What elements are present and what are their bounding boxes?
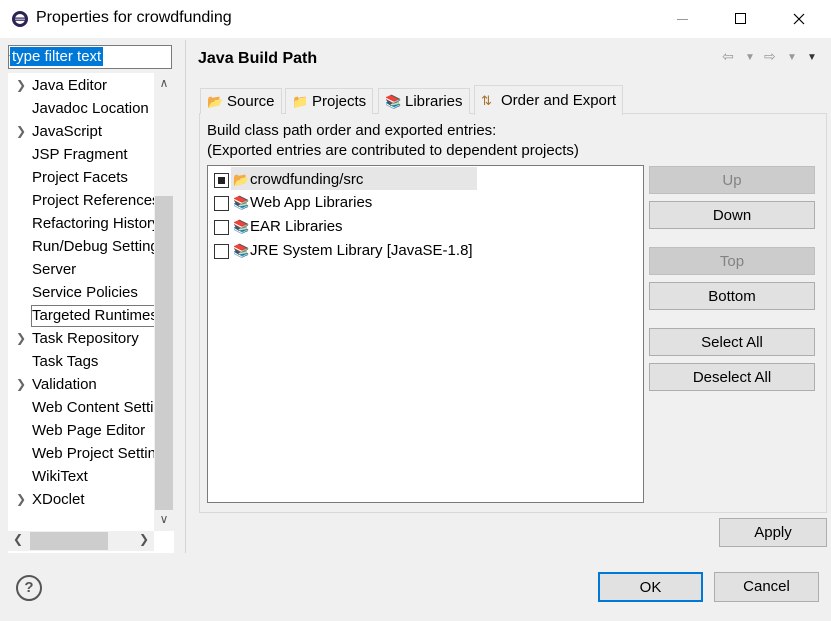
eclipse-app-icon <box>10 9 30 29</box>
description-line-2: (Exported entries are contributed to dep… <box>207 142 579 159</box>
help-icon[interactable]: ? <box>16 575 42 601</box>
ok-button[interactable]: OK <box>598 572 703 602</box>
forward-dropdown-icon[interactable]: ▼ <box>787 52 797 63</box>
tree-item-targeted-runtimes[interactable]: Targeted Runtimes <box>8 304 174 327</box>
tree-item-wikitext[interactable]: WikiText <box>8 465 154 488</box>
tree-item-xdoclet[interactable]: ❯ XDoclet <box>8 488 154 511</box>
maximize-button[interactable] <box>718 0 764 38</box>
maximize-icon <box>735 13 746 24</box>
cancel-button[interactable]: Cancel <box>714 572 819 602</box>
minimize-button[interactable] <box>660 0 706 38</box>
minimize-icon <box>677 19 688 20</box>
library-icon: 📚 <box>233 219 250 234</box>
deselect-all-button[interactable]: Deselect All <box>649 363 815 391</box>
chevron-right-icon[interactable]: ❯ <box>16 373 26 396</box>
tree-item-javadoc-location[interactable]: Javadoc Location <box>8 97 154 120</box>
chevron-right-icon[interactable]: ❯ <box>16 327 26 350</box>
source-folder-icon: 📂 <box>207 94 224 109</box>
tree-horizontal-scroll-thumb[interactable] <box>30 532 108 550</box>
scroll-up-icon[interactable]: ∧ <box>154 76 174 92</box>
forward-arrow-icon[interactable]: ⇨ <box>764 48 776 65</box>
chevron-right-icon[interactable]: ❯ <box>16 74 26 97</box>
property-tree[interactable]: ❯ Java Editor Javadoc Location ❯ JavaScrip… <box>8 73 174 553</box>
tree-item-project-facets[interactable]: Project Facets <box>8 166 154 189</box>
tree-item-javascript[interactable]: ❯ JavaScript <box>8 120 154 143</box>
tree-item-run-debug-settings[interactable]: Run/Debug Settings <box>8 235 154 258</box>
tab-source[interactable]: 📂 Source <box>200 88 282 114</box>
library-icon: 📚 <box>233 195 250 210</box>
tree-vertical-scroll-thumb[interactable] <box>155 196 173 510</box>
order-export-icon: ⇅ <box>481 93 492 108</box>
description-line-1: Build class path order and exported entr… <box>207 122 497 139</box>
tree-item-refactoring-history[interactable]: Refactoring History <box>8 212 154 235</box>
apply-button[interactable]: Apply <box>719 518 827 547</box>
back-arrow-icon[interactable]: ⇦ <box>722 48 734 65</box>
scroll-right-icon[interactable]: ❯ <box>136 532 152 546</box>
top-button[interactable]: Top <box>649 247 815 275</box>
tree-item-server[interactable]: Server <box>8 258 154 281</box>
scroll-left-icon[interactable]: ❮ <box>10 532 26 546</box>
tab-projects[interactable]: 📁 Projects <box>285 88 374 114</box>
project-folder-icon: 📁 <box>292 94 309 109</box>
back-dropdown-icon[interactable]: ▼ <box>745 52 755 63</box>
tree-item-task-repository[interactable]: ❯ Task Repository <box>8 327 154 350</box>
tree-item-jsp-fragment[interactable]: JSP Fragment <box>8 143 154 166</box>
library-icon: 📚 <box>385 94 402 109</box>
source-folder-icon: 📂 <box>233 172 250 187</box>
tree-item-validation[interactable]: ❯ Validation <box>8 373 154 396</box>
view-menu-icon[interactable]: ▼ <box>807 52 817 63</box>
library-icon: 📚 <box>233 243 250 258</box>
tab-libraries[interactable]: 📚 Libraries <box>378 88 470 114</box>
tree-item-web-content-settings[interactable]: Web Content Settings <box>8 396 154 419</box>
export-checkbox[interactable] <box>214 173 229 188</box>
scroll-down-icon[interactable]: ∨ <box>154 512 174 528</box>
tree-item-project-references[interactable]: Project References <box>8 189 154 212</box>
window-title: Properties for crowdfunding <box>36 9 232 26</box>
select-all-button[interactable]: Select All <box>649 328 815 356</box>
export-checkbox[interactable] <box>214 244 229 259</box>
page-title: Java Build Path <box>198 50 318 67</box>
pane-splitter[interactable] <box>185 40 186 553</box>
close-icon <box>793 13 805 25</box>
chevron-right-icon[interactable]: ❯ <box>16 120 26 143</box>
down-button[interactable]: Down <box>649 201 815 229</box>
tree-item-service-policies[interactable]: Service Policies <box>8 281 154 304</box>
tree-item-web-project-settings[interactable]: Web Project Settings <box>8 442 154 465</box>
up-button[interactable]: Up <box>649 166 815 194</box>
chevron-right-icon[interactable]: ❯ <box>16 488 26 511</box>
tree-item-web-page-editor[interactable]: Web Page Editor <box>8 419 154 442</box>
bottom-button[interactable]: Bottom <box>649 282 815 310</box>
export-checkbox[interactable] <box>214 196 229 211</box>
tab-order-and-export[interactable]: ⇅ Order and Export <box>474 85 624 115</box>
dialog-footer <box>0 560 831 621</box>
tree-item-java-editor[interactable]: ❯ Java Editor <box>8 74 154 97</box>
export-checkbox[interactable] <box>214 220 229 235</box>
close-button[interactable] <box>776 0 822 38</box>
tree-item-task-tags[interactable]: Task Tags <box>8 350 154 373</box>
filter-input-selected-text: type filter text <box>10 47 104 66</box>
